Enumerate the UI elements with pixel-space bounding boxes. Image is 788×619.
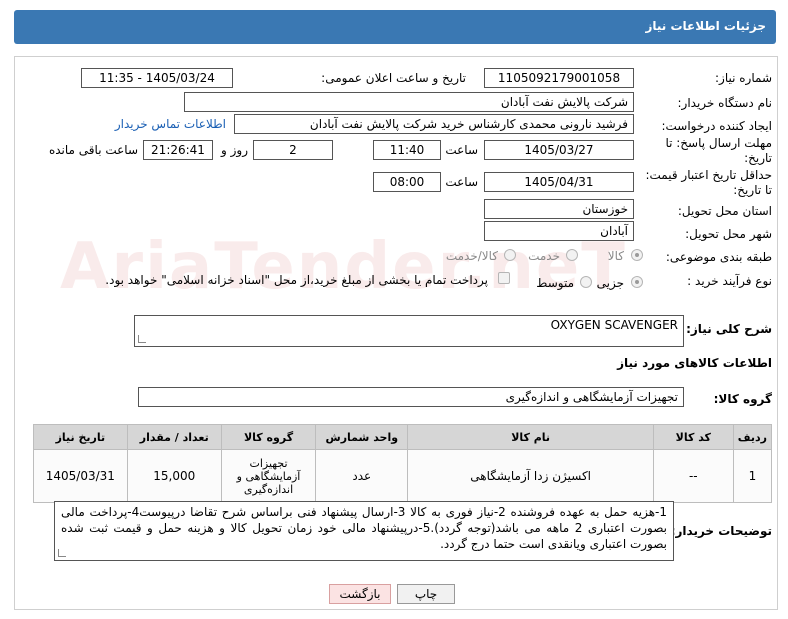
buyer-notes-field[interactable]: 1-هزیه حمل به عهده فروشنده 2-نیاز فوری ب… xyxy=(54,501,674,561)
need-number-field[interactable]: 1105092179001058 xyxy=(484,68,634,88)
price-validity-label: حداقل تاریخ اعتبار قیمت: xyxy=(645,168,772,182)
creator-label: ایجاد کننده درخواست: xyxy=(661,119,772,133)
goods-group-field[interactable]: تجهیزات آزمایشگاهی و اندازه‌گیری xyxy=(138,387,684,407)
print-button[interactable]: چاپ xyxy=(397,584,455,604)
cell-row: 1 xyxy=(732,449,773,503)
category-option-service: خدمت xyxy=(528,249,560,263)
category-radio-service[interactable] xyxy=(566,249,578,261)
cell-name: اکسیژن زدا آزمایشگاهی xyxy=(407,449,654,503)
process-option-minor: جزیی xyxy=(596,276,624,290)
description-field[interactable]: OXYGEN SCAVENGER xyxy=(134,315,684,347)
col-qty-header: تعداد / مقدار xyxy=(126,424,222,450)
process-radio-medium[interactable] xyxy=(580,276,592,288)
buyer-notes-label: توضیحات خریدار: xyxy=(670,524,772,538)
price-validity-time-field[interactable]: 08:00 xyxy=(373,172,441,192)
category-label: طبقه بندی موضوعی: xyxy=(665,250,772,264)
announce-date-label: تاریخ و ساعت اعلان عمومی: xyxy=(321,71,466,85)
buyer-contact-link[interactable]: اطلاعات تماس خریدار xyxy=(115,117,226,131)
col-unit-header: واحد شمارش xyxy=(315,424,409,450)
col-group-header: گروه کالا xyxy=(220,424,317,450)
table-row[interactable]: 1 -- اکسیژن زدا آزمایشگاهی عدد تجهیزات آ… xyxy=(33,449,773,503)
treasury-payment-note: پرداخت تمام یا بخشی از مبلغ خرید،از محل … xyxy=(105,273,488,287)
reply-time-label: ساعت xyxy=(445,143,478,157)
goods-section-title: اطلاعات کالاهای مورد نیاز xyxy=(617,356,772,370)
announce-date-field[interactable]: 1405/03/24 - 11:35 xyxy=(81,68,233,88)
reply-date-field[interactable]: 1405/03/27 xyxy=(484,140,634,160)
description-label: شرح کلی نیاز: xyxy=(686,322,772,336)
province-label: استان محل تحویل: xyxy=(677,204,772,218)
process-option-medium: متوسط xyxy=(536,276,574,290)
col-date-header: تاریخ نیاز xyxy=(33,424,128,450)
process-radio-minor[interactable] xyxy=(631,276,643,288)
treasury-payment-checkbox[interactable] xyxy=(498,272,510,284)
price-validity-label-2: تا تاریخ: xyxy=(733,183,772,197)
buyer-org-label: نام دستگاه خریدار: xyxy=(677,96,773,110)
need-number-label: شماره نیاز: xyxy=(715,71,772,85)
process-label: نوع فرآیند خرید : xyxy=(687,274,772,288)
back-button[interactable]: بازگشت xyxy=(329,584,391,604)
col-name-header: نام کالا xyxy=(407,424,654,450)
remaining-time-label: ساعت باقی مانده xyxy=(48,143,138,157)
reply-deadline-label-2: تاریخ: xyxy=(744,151,772,165)
table-header-row: ردیف کد کالا نام کالا واحد شمارش گروه کا… xyxy=(33,424,773,450)
description-text: OXYGEN SCAVENGER xyxy=(550,318,678,332)
buyer-notes-text: 1-هزیه حمل به عهده فروشنده 2-نیاز فوری ب… xyxy=(61,505,668,551)
price-validity-date-field[interactable]: 1405/04/31 xyxy=(484,172,634,192)
category-radio-goods[interactable] xyxy=(631,249,643,261)
cell-group: تجهیزات آزمایشگاهی و اندازه‌گیری xyxy=(220,449,317,503)
cell-unit: عدد xyxy=(315,449,409,503)
col-row-header: ردیف xyxy=(732,424,773,450)
reply-deadline-label: مهلت ارسال پاسخ: تا xyxy=(665,136,772,150)
remaining-time-field[interactable]: 21:26:41 xyxy=(143,140,213,160)
days-field[interactable]: 2 xyxy=(253,140,333,160)
price-validity-time-label: ساعت xyxy=(445,175,478,189)
category-radio-goods-service[interactable] xyxy=(504,249,516,261)
header-bar: جزئیات اطلاعات نیاز xyxy=(14,10,776,44)
cell-date: 1405/03/31 xyxy=(33,449,128,503)
province-field[interactable]: خوزستان xyxy=(484,199,634,219)
cell-qty: 15,000 xyxy=(126,449,222,503)
creator-field[interactable]: فرشید نارونی محمدی کارشناس خرید شرکت پال… xyxy=(234,114,634,134)
days-label: روز و xyxy=(221,143,248,157)
page-title: جزئیات اطلاعات نیاز xyxy=(645,19,766,33)
col-code-header: کد کالا xyxy=(652,424,734,450)
reply-time-field[interactable]: 11:40 xyxy=(373,140,441,160)
goods-table: ردیف کد کالا نام کالا واحد شمارش گروه کا… xyxy=(33,424,773,503)
city-label: شهر محل تحویل: xyxy=(685,227,772,241)
city-field[interactable]: آبادان xyxy=(484,221,634,241)
category-option-goods-service: کالا/خدمت xyxy=(445,249,498,263)
category-option-goods: کالا xyxy=(607,249,624,263)
goods-group-label: گروه کالا: xyxy=(713,392,772,406)
buyer-org-field[interactable]: شرکت پالایش نفت آبادان xyxy=(184,92,634,112)
cell-code: -- xyxy=(652,449,734,503)
